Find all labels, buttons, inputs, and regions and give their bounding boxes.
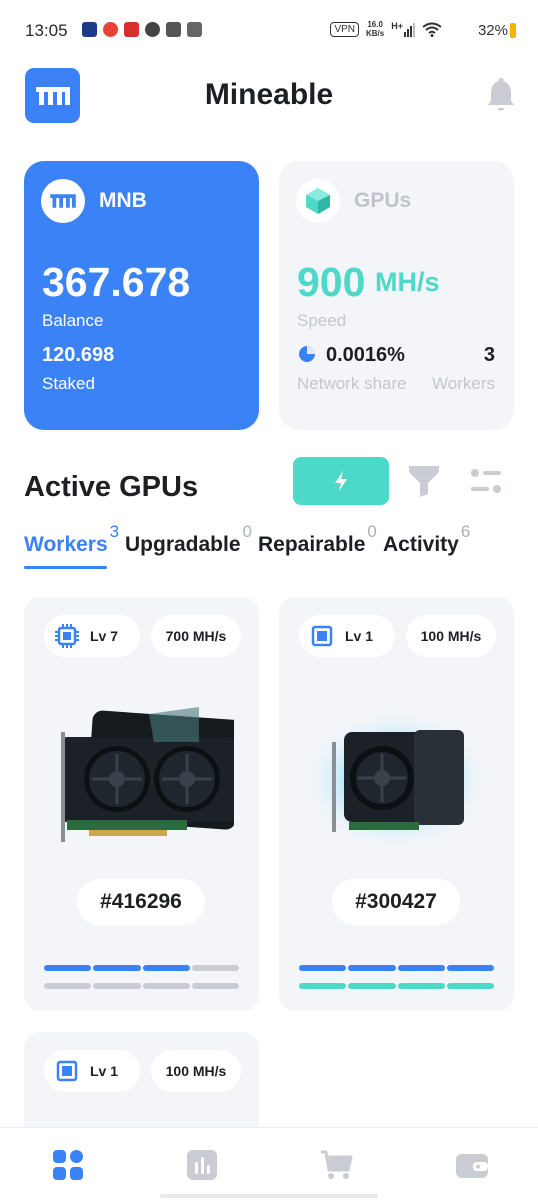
status-time: 13:05 <box>25 21 68 40</box>
worker-card[interactable]: Lv 1 100 MH/s #300427 <box>279 597 514 1011</box>
gpus-speed-value: 900 <box>297 259 366 305</box>
app-notification-icon <box>124 22 139 37</box>
gpus-summary-card[interactable]: GPUs 900 MH/s Speed 0.0016% Network shar… <box>279 161 514 430</box>
home-indicator <box>160 1194 378 1198</box>
mnb-balance-value: 367.678 <box>42 259 191 305</box>
signal-icon: H+ <box>391 21 415 37</box>
network-share-label: Network share <box>297 374 407 393</box>
app-notification-icon <box>103 22 118 37</box>
network-type: H+ <box>391 21 403 31</box>
app-screen: 13:05 VPN 16.0 KB/s H+ 32% Mineable MNB … <box>0 0 538 1200</box>
gpu-card-image <box>61 707 234 842</box>
boost-button[interactable] <box>293 457 389 505</box>
worker-id: #416296 <box>77 879 205 925</box>
mnb-token-name: MNB <box>99 189 147 212</box>
bell-icon[interactable] <box>486 78 516 114</box>
net-speed-unit: KB/s <box>366 29 385 38</box>
active-tab-indicator <box>24 566 107 569</box>
app-notification-icon <box>145 22 160 37</box>
tab-repairable[interactable]: Repairable0 <box>258 522 377 557</box>
status-bar: 13:05 VPN 16.0 KB/s H+ 32% <box>0 0 538 60</box>
mnb-coin-icon <box>41 179 85 223</box>
vpn-badge: VPN <box>330 21 359 37</box>
battery-percent: 32% <box>477 22 508 39</box>
active-gpus-title: Active GPUs <box>24 471 199 503</box>
energy-bar <box>299 983 494 989</box>
app-title: Mineable <box>204 78 334 111</box>
speed-badge: 100 MH/s <box>406 615 496 657</box>
wifi-icon <box>422 22 442 37</box>
tab-workers[interactable]: Workers3 <box>24 522 119 557</box>
gpus-speed-label: Speed <box>297 311 347 330</box>
mnb-staked-value: 120.698 <box>42 344 115 366</box>
gpus-speed-unit: MH/s <box>375 267 440 297</box>
level-text: Lv 7 <box>90 628 119 644</box>
app-notification-icon <box>82 22 97 37</box>
net-speed-value: 16.0 <box>367 20 383 29</box>
mnb-balance-card[interactable]: MNB 367.678 Balance 120.698 Staked <box>24 161 259 430</box>
wallet-icon[interactable] <box>455 1148 489 1182</box>
app-notification-icon <box>166 22 181 37</box>
tab-upgradable[interactable]: Upgradable0 <box>125 522 252 557</box>
level-badge: Lv 7 <box>44 615 140 657</box>
status-notification-icons <box>82 22 202 37</box>
cart-icon[interactable] <box>320 1148 354 1182</box>
gpu-card-image <box>304 708 489 852</box>
net-speed: 16.0 KB/s <box>366 20 384 38</box>
level-text: Lv 1 <box>345 628 374 644</box>
status-system-icons: VPN 16.0 KB/s H+ <box>330 20 442 38</box>
sort-settings-icon[interactable] <box>469 466 503 496</box>
chip-icon <box>55 624 79 648</box>
mnb-balance-label: Balance <box>42 311 104 330</box>
mnb-staked-label: Staked <box>42 374 95 393</box>
gem-icon <box>296 179 340 223</box>
lightning-icon <box>335 471 347 491</box>
durability-bar <box>299 965 494 971</box>
level-text: Lv 1 <box>90 1063 119 1079</box>
speed-badge: 700 MH/s <box>151 615 241 657</box>
filter-icon[interactable] <box>408 464 440 498</box>
pie-chart-icon <box>299 346 315 362</box>
dashboard-icon[interactable] <box>51 1148 85 1182</box>
tab-activity[interactable]: Activity6 <box>383 522 470 557</box>
level-badge: Lv 1 <box>44 1050 140 1092</box>
gpus-title: GPUs <box>354 189 412 212</box>
battery-icon <box>510 23 516 38</box>
speed-badge: 100 MH/s <box>151 1050 241 1092</box>
durability-bar <box>44 965 239 971</box>
stats-icon[interactable] <box>185 1148 219 1182</box>
workers-count-value: 3 <box>483 344 495 366</box>
worker-card[interactable]: Lv 7 700 MH/s #416296 <box>24 597 259 1011</box>
app-notification-icon <box>187 22 202 37</box>
chip-icon <box>56 1060 78 1082</box>
level-badge: Lv 1 <box>299 615 395 657</box>
workers-count-label: Workers <box>432 374 495 393</box>
bottom-navigation <box>0 1127 538 1200</box>
network-share-value: 0.0016% <box>326 344 405 366</box>
energy-bar <box>44 983 239 989</box>
worker-id: #300427 <box>332 879 460 925</box>
chip-icon <box>311 625 333 647</box>
